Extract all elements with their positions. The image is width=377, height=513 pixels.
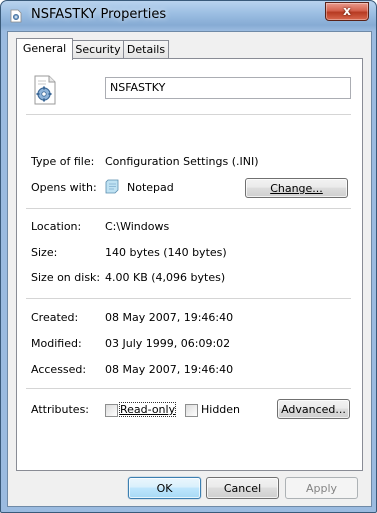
separator (26, 114, 351, 115)
advanced-button-label: Advanced... (281, 403, 346, 416)
cancel-button[interactable]: Cancel (206, 477, 279, 499)
separator (26, 388, 351, 389)
ini-settings-file-icon (10, 9, 22, 23)
file-name-field[interactable]: NSFASTKY (105, 77, 351, 99)
size-label: Size: (31, 246, 58, 259)
separator (26, 298, 351, 299)
ok-button[interactable]: OK (128, 477, 201, 499)
hidden-label[interactable]: Hidden (201, 403, 240, 416)
read-only-checkbox[interactable] (105, 404, 118, 417)
read-only-label-text: Read-only (118, 402, 177, 417)
modified-value: 03 July 1999, 06:09:02 (105, 337, 231, 350)
tab-general[interactable]: General (16, 38, 73, 60)
tab-details[interactable]: Details (123, 40, 169, 59)
separator (26, 208, 351, 209)
close-button[interactable]: x (325, 2, 369, 21)
accessed-label: Accessed: (31, 363, 87, 376)
change-button[interactable]: Change... (245, 178, 348, 198)
general-tab-panel: NSFASTKY Type of file: Configuration Set… (16, 58, 363, 471)
notepad-icon (105, 179, 119, 194)
apply-button[interactable]: Apply (285, 477, 358, 499)
location-value: C:\Windows (105, 220, 170, 233)
close-icon: x (343, 4, 351, 18)
type-of-file-value: Configuration Settings (.INI) (105, 155, 259, 168)
attributes-label: Attributes: (31, 403, 90, 416)
title-bar[interactable]: NSFASTKY Properties x (1, 1, 376, 31)
ini-settings-file-icon (34, 75, 56, 105)
dialog-client-area: General Security Details NSFASTKY Type o… (7, 31, 372, 507)
created-label: Created: (31, 311, 79, 324)
location-label: Location: (31, 220, 82, 233)
type-of-file-label: Type of file: (31, 155, 95, 168)
read-only-label[interactable]: Read-only (118, 402, 177, 417)
advanced-button[interactable]: Advanced... (277, 399, 350, 419)
size-value: 140 bytes (140 bytes) (105, 246, 227, 259)
opens-with-label: Opens with: (31, 181, 97, 194)
created-value: 08 May 2007, 19:46:40 (105, 311, 234, 324)
tab-security[interactable]: Security (72, 40, 124, 59)
size-on-disk-label: Size on disk: (31, 271, 101, 284)
accessed-value: 08 May 2007, 19:46:40 (105, 363, 234, 376)
window-title: NSFASTKY Properties (31, 7, 167, 22)
opens-with-value: Notepad (127, 181, 174, 194)
properties-window: NSFASTKY Properties x General Security D… (0, 0, 377, 513)
change-button-label: Change... (270, 182, 323, 195)
modified-label: Modified: (31, 337, 82, 350)
hidden-checkbox[interactable] (185, 404, 198, 417)
size-on-disk-value: 4.00 KB (4,096 bytes) (105, 271, 226, 284)
